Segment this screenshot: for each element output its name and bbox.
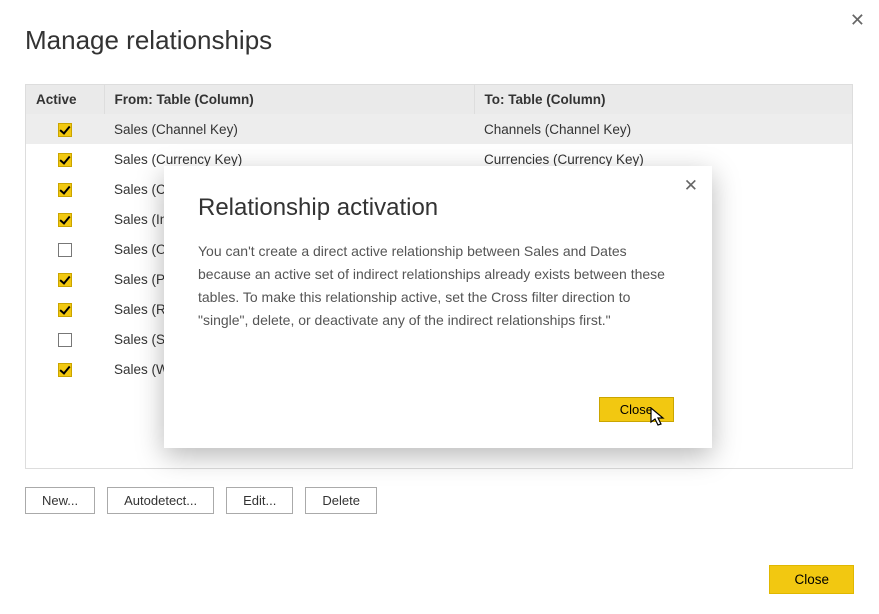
close-icon[interactable]: ✕ — [684, 176, 698, 196]
edit-button[interactable]: Edit... — [226, 487, 293, 514]
active-cell — [26, 264, 104, 294]
active-checkbox[interactable] — [58, 273, 72, 287]
active-checkbox[interactable] — [58, 213, 72, 227]
active-cell — [26, 354, 104, 384]
dialog-body: You can't create a direct active relatio… — [198, 240, 678, 332]
page-title: Manage relationships — [25, 25, 854, 56]
bottom-button-bar: New... Autodetect... Edit... Delete — [25, 487, 854, 514]
autodetect-button[interactable]: Autodetect... — [107, 487, 214, 514]
close-button[interactable]: Close — [769, 565, 854, 594]
delete-button[interactable]: Delete — [305, 487, 377, 514]
active-checkbox[interactable] — [58, 243, 72, 257]
new-button[interactable]: New... — [25, 487, 95, 514]
dialog-close-button[interactable]: Close — [599, 397, 674, 422]
active-cell — [26, 174, 104, 204]
relationship-activation-dialog: ✕ Relationship activation You can't crea… — [164, 166, 712, 448]
dialog-title: Relationship activation — [198, 194, 678, 222]
active-cell — [26, 144, 104, 174]
active-checkbox[interactable] — [58, 123, 72, 137]
active-checkbox[interactable] — [58, 303, 72, 317]
column-header-active[interactable]: Active — [26, 85, 104, 114]
to-cell: Channels (Channel Key) — [474, 114, 852, 144]
active-checkbox[interactable] — [58, 183, 72, 197]
active-checkbox[interactable] — [58, 363, 72, 377]
from-cell: Sales (Channel Key) — [104, 114, 474, 144]
active-checkbox[interactable] — [58, 153, 72, 167]
table-row[interactable]: Sales (Channel Key)Channels (Channel Key… — [26, 114, 852, 144]
active-cell — [26, 204, 104, 234]
table-header-row: Active From: Table (Column) To: Table (C… — [26, 85, 852, 114]
active-cell — [26, 294, 104, 324]
column-header-to[interactable]: To: Table (Column) — [474, 85, 852, 114]
active-cell — [26, 114, 104, 144]
active-checkbox[interactable] — [58, 333, 72, 347]
column-header-from[interactable]: From: Table (Column) — [104, 85, 474, 114]
manage-relationships-window: ✕ Manage relationships Active From: Tabl… — [0, 0, 879, 614]
active-cell — [26, 234, 104, 264]
close-icon[interactable]: ✕ — [850, 10, 865, 31]
active-cell — [26, 324, 104, 354]
